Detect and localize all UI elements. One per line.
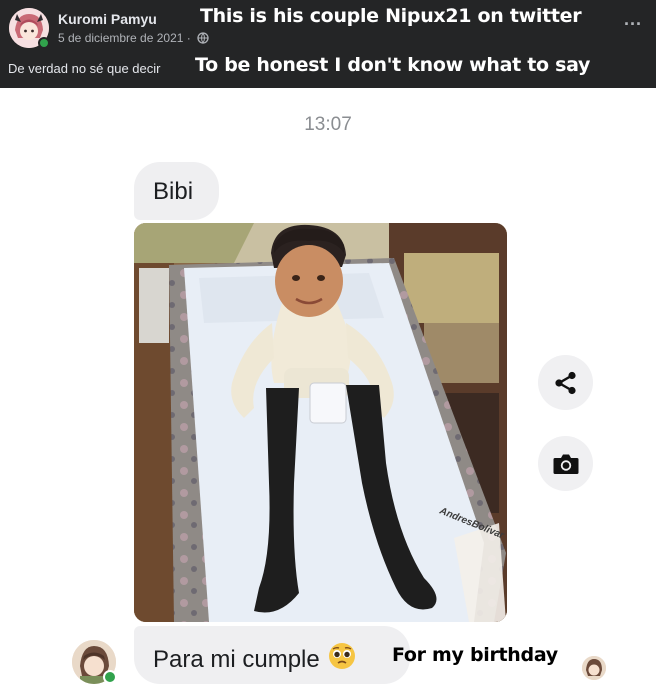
camera-icon <box>553 454 578 474</box>
message-timestamp: 13:07 <box>304 114 352 135</box>
caption-top: This is his couple Nipux21 on twitter <box>200 5 582 27</box>
author-name[interactable]: Kuromi Pamyu <box>58 11 157 27</box>
post-header: Kuromi Pamyu 5 de diciembre de 2021 · ..… <box>0 0 656 88</box>
post-date[interactable]: 5 de diciembre de 2021 · <box>58 31 209 45</box>
share-icon <box>554 371 576 394</box>
post-text: De verdad no sé que decir <box>8 61 161 76</box>
message-text: Para mi cumple <box>153 646 320 673</box>
seen-avatar <box>582 656 606 680</box>
message-bubble: Para mi cumple <box>134 626 410 684</box>
pleading-face-emoji <box>329 643 356 669</box>
globe-icon <box>197 32 209 44</box>
message-text: Bibi <box>153 178 194 205</box>
author-avatar[interactable] <box>9 8 50 49</box>
message-photo[interactable]: AndresBolivar <box>134 223 507 622</box>
online-indicator <box>38 37 50 49</box>
more-options-icon[interactable]: ... <box>624 10 642 28</box>
post-date-text: 5 de diciembre de 2021 · <box>58 31 191 45</box>
online-indicator <box>103 670 117 684</box>
message-bubble: Bibi <box>134 162 219 220</box>
caption-birthday: For my birthday <box>392 644 558 666</box>
camera-button[interactable] <box>538 436 593 491</box>
share-button[interactable] <box>538 355 593 410</box>
caption-translation: To be honest I don't know what to say <box>195 54 591 76</box>
